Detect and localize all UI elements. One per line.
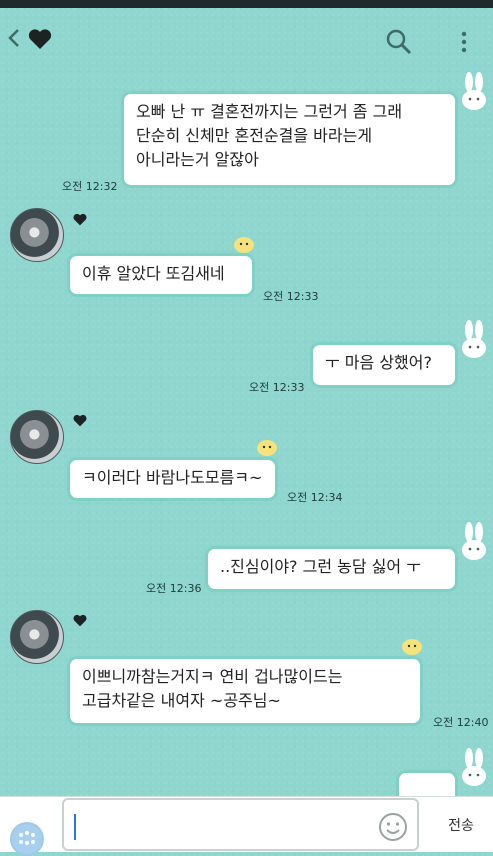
status-bar bbox=[0, 0, 493, 8]
message-time: 오전 12:34 bbox=[287, 491, 343, 504]
message-input[interactable] bbox=[62, 798, 419, 851]
heart-icon bbox=[73, 614, 87, 627]
heart-icon bbox=[73, 414, 87, 427]
avatar[interactable] bbox=[10, 410, 64, 464]
message-time: 오전 12:33 bbox=[263, 290, 319, 303]
chat-header bbox=[0, 8, 493, 70]
chevron-left-icon[interactable] bbox=[8, 28, 20, 48]
text-cursor bbox=[74, 814, 76, 840]
bunny-sticker-icon bbox=[462, 320, 486, 358]
heart-icon bbox=[28, 29, 52, 49]
chick-sticker-icon bbox=[402, 639, 422, 655]
bunny-sticker-icon bbox=[462, 522, 486, 560]
search-icon[interactable] bbox=[385, 28, 413, 56]
message-bubble-received[interactable]: 이쁘니까참는거지ㅋ 연비 겁나많이드는 고급차같은 내여자 ~공주님~ bbox=[67, 656, 423, 726]
message-bubble-sent[interactable]: 오빠 난 ㅠ 결혼전까지는 그런거 좀 그래 단순히 신체만 혼전순결을 바라는… bbox=[121, 91, 458, 188]
avatar[interactable] bbox=[10, 208, 64, 262]
send-button[interactable]: 전송 bbox=[436, 812, 486, 840]
chick-sticker-icon bbox=[257, 440, 277, 456]
bunny-sticker-icon bbox=[462, 748, 486, 786]
avatar[interactable] bbox=[10, 610, 64, 664]
message-bubble-sent[interactable]: ..진심이야? 그런 농담 싫어 ㅜ bbox=[205, 546, 458, 592]
message-bubble-sent[interactable]: ㅜ 마음 상했어? bbox=[310, 342, 458, 388]
message-time: 오전 12:32 bbox=[62, 180, 118, 193]
message-time: 오전 12:33 bbox=[249, 381, 305, 394]
message-bubble-received[interactable]: 이휴 알았다 또김새네 bbox=[67, 253, 255, 297]
chick-sticker-icon bbox=[234, 237, 254, 253]
message-time: 오전 12:36 bbox=[146, 582, 202, 595]
bunny-sticker-icon bbox=[462, 72, 486, 110]
more-vertical-icon[interactable] bbox=[460, 30, 468, 54]
heart-icon bbox=[73, 213, 87, 226]
smiley-icon[interactable] bbox=[378, 812, 408, 842]
message-time: 오전 12:40 bbox=[433, 716, 489, 729]
message-bubble-received[interactable]: ㅋ이러다 바람나도모름ㅋ~ bbox=[67, 457, 278, 501]
